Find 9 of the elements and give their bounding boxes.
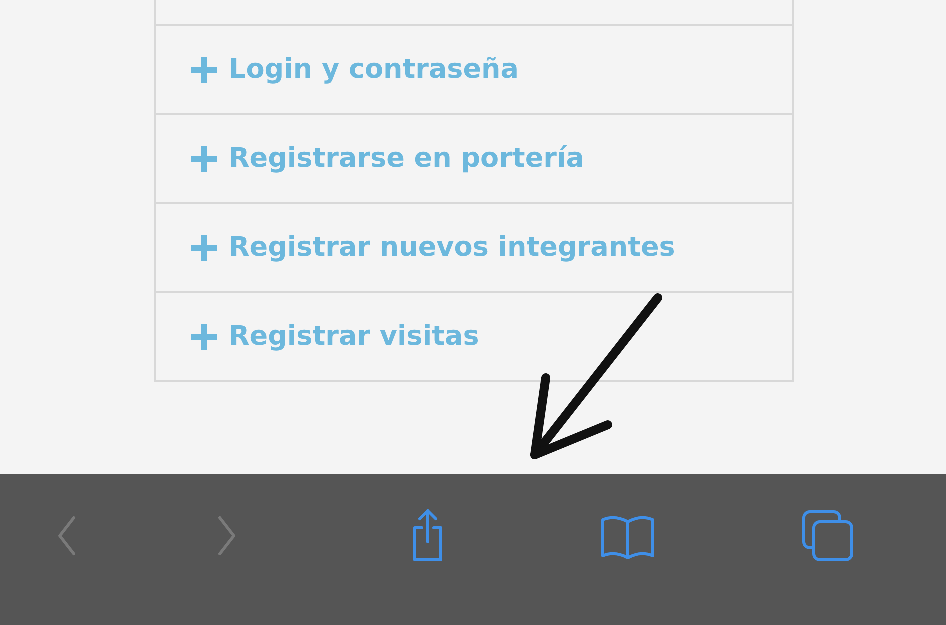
accordion-item[interactable]: Registrarse en portería [156, 113, 792, 202]
tabs-icon[interactable] [800, 508, 856, 564]
accordion-item[interactable]: Login y contraseña [156, 24, 792, 113]
plus-icon [191, 56, 217, 82]
plus-icon [191, 234, 217, 260]
plus-icon [191, 146, 217, 172]
accordion-item[interactable]: Registrar visitas [156, 291, 792, 380]
plus-icon [191, 324, 217, 350]
accordion-item[interactable]: Registrar nuevos integrantes [156, 202, 792, 291]
